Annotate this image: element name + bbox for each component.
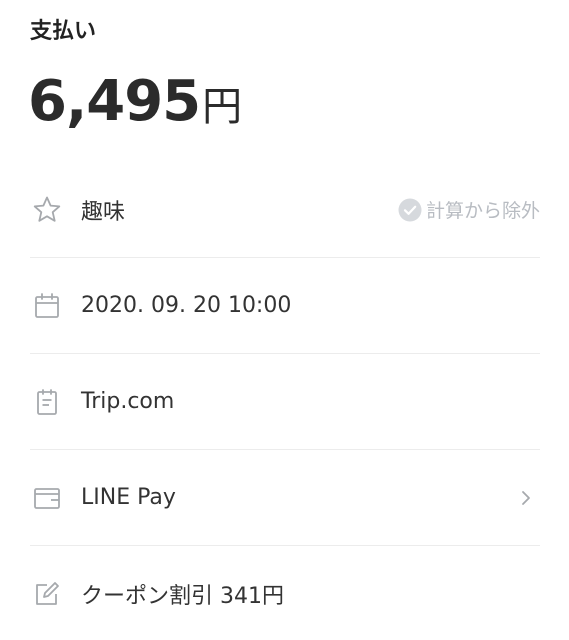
store-row[interactable]: Trip.com	[30, 354, 540, 450]
page-title: 支払い	[30, 19, 97, 44]
check-circle-icon	[398, 198, 422, 222]
wallet-icon	[30, 481, 64, 515]
memo-value: クーポン割引 341円	[81, 584, 284, 609]
amount-value: 6,495	[28, 69, 201, 134]
calendar-icon	[30, 289, 64, 323]
exclude-label: 計算から除外	[425, 200, 540, 222]
payment-detail-page: 支払い 6,495 円 趣味 計算から除外 2020. 09. 20 10:00…	[0, 0, 569, 640]
chevron-right-icon[interactable]	[516, 488, 536, 508]
edit-icon	[30, 577, 64, 611]
payment-method-value: LINE Pay	[81, 485, 176, 510]
amount-unit: 円	[202, 84, 243, 130]
receipt-icon	[30, 385, 64, 419]
amount-display[interactable]: 6,495 円	[28, 70, 242, 134]
star-icon	[30, 193, 64, 227]
datetime-row[interactable]: 2020. 09. 20 10:00	[30, 258, 540, 354]
category-row[interactable]: 趣味 計算から除外	[30, 162, 540, 258]
exclude-from-calculation-toggle[interactable]: 計算から除外	[398, 196, 540, 223]
datetime-value: 2020. 09. 20 10:00	[81, 293, 292, 318]
category-label: 趣味	[81, 199, 126, 225]
store-value: Trip.com	[81, 389, 175, 414]
payment-method-row[interactable]: LINE Pay	[30, 450, 540, 546]
memo-row[interactable]: クーポン割引 341円	[30, 546, 540, 640]
